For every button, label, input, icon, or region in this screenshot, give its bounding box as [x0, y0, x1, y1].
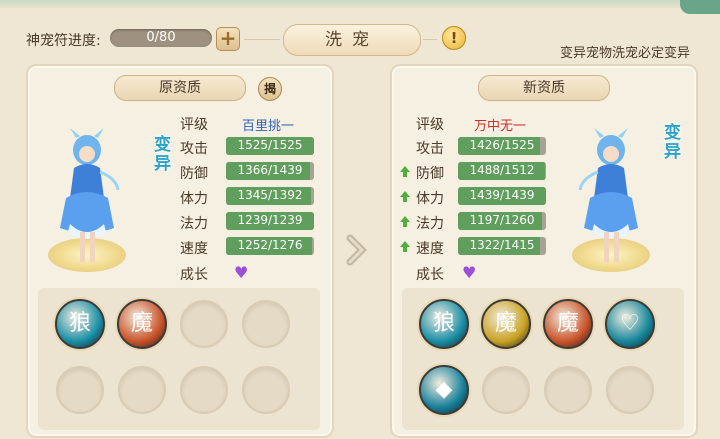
stat-label: 攻击	[180, 141, 208, 157]
stat-bar: 1322/1415	[458, 237, 546, 255]
progress-bar: 0/80	[110, 29, 212, 47]
reveal-button[interactable]: 揭	[258, 77, 282, 101]
stat-label: 攻击	[416, 141, 444, 157]
empty-skill-slot[interactable]	[180, 366, 228, 414]
progress-text: 0/80	[146, 30, 176, 45]
stat-value: 1197/1260	[469, 213, 535, 227]
transform-arrow-icon	[346, 234, 367, 266]
purple-heart-icon: ♥	[234, 263, 249, 282]
stat-value: 1252/1276	[237, 238, 303, 252]
stat-value: 1525/1525	[237, 138, 303, 152]
plus-icon: +	[219, 26, 237, 50]
stat-increase-arrow-icon	[400, 241, 410, 252]
stat-value: 1366/1439	[237, 163, 303, 177]
grade-value: 百里挑一	[242, 119, 295, 134]
stat-label: 速度	[416, 241, 444, 257]
empty-skill-slot[interactable]	[482, 366, 530, 414]
stat-value: 1322/1415	[469, 238, 535, 252]
pet-figure-image	[578, 128, 638, 262]
stat-label: 速度	[180, 241, 208, 257]
stat-value: 1426/1525	[469, 138, 535, 152]
stat-value: 1488/1512	[469, 163, 535, 177]
stat-label: 防御	[180, 166, 208, 182]
empty-skill-slot[interactable]	[56, 366, 104, 414]
stat-label: 防御	[416, 166, 444, 182]
stat-value: 1439/1439	[469, 188, 535, 202]
mutation-tag: 变异	[664, 124, 682, 162]
exclamation-icon: !	[450, 29, 458, 47]
stat-bar: 1252/1276	[226, 237, 314, 255]
skill-icon-crystal[interactable]: ◆	[419, 365, 469, 415]
mutation-tag: 变异	[154, 136, 172, 174]
grade-label: 评级	[180, 117, 208, 133]
empty-skill-slot[interactable]	[606, 366, 654, 414]
growth-label: 成长	[416, 267, 444, 283]
stat-label: 法力	[416, 216, 444, 232]
mutation-tag-text: 变异	[154, 135, 171, 174]
grade-value: 万中无一	[474, 119, 527, 134]
stat-bar: 1197/1260	[458, 212, 546, 230]
mutation-hint: 变异宠物洗宠必定变异	[559, 46, 690, 61]
stat-bar: 1239/1239	[226, 212, 314, 230]
skill-icon-heart[interactable]: ♡	[605, 299, 655, 349]
stat-label: 体力	[180, 191, 208, 207]
stat-bar: 1488/1512	[458, 162, 546, 180]
stat-increase-arrow-icon	[400, 166, 410, 177]
original-aptitude-panel: 原资质 揭 变异 评级 百里挑一 攻击 1525/1525 防御 1366/1439 体…	[26, 64, 334, 438]
info-button[interactable]: !	[442, 26, 466, 50]
skill-grid: 狼魔魔 ♡ ◆	[402, 288, 684, 430]
stat-label: 体力	[416, 191, 444, 207]
skill-grid: 狼魔	[38, 288, 320, 430]
stat-bar: 1525/1525	[226, 137, 314, 155]
purple-heart-icon: ♥	[462, 263, 477, 282]
stat-bar: 1366/1439	[226, 162, 314, 180]
grade-label: 评级	[416, 117, 444, 133]
empty-skill-slot[interactable]	[544, 366, 592, 414]
panel-title: 新资质	[478, 75, 610, 101]
add-progress-button[interactable]: +	[216, 27, 240, 51]
stat-label: 法力	[180, 216, 208, 232]
top-border	[0, 0, 720, 8]
growth-label: 成长	[180, 267, 208, 283]
corner-decoration	[680, 0, 720, 14]
pet-figure-image	[60, 128, 120, 262]
divider-line	[423, 39, 437, 40]
stat-value: 1345/1392	[237, 188, 303, 202]
stat-bar: 1345/1392	[226, 187, 314, 205]
panel-title: 原资质	[114, 75, 246, 101]
divider-line	[244, 39, 280, 40]
empty-skill-slot[interactable]	[118, 366, 166, 414]
stat-bar: 1426/1525	[458, 137, 546, 155]
empty-skill-slot[interactable]	[180, 300, 228, 348]
stat-value: 1239/1239	[237, 213, 303, 227]
empty-skill-slot[interactable]	[242, 366, 290, 414]
stat-increase-arrow-icon	[400, 191, 410, 202]
empty-skill-slot[interactable]	[242, 300, 290, 348]
skill-icon-demon[interactable]: 魔	[543, 299, 593, 349]
skill-icon-wolf[interactable]: 狼	[55, 299, 105, 349]
skill-icon-wolf[interactable]: 狼	[419, 299, 469, 349]
progress-label: 神宠符进度:	[26, 33, 101, 49]
wash-pet-button[interactable]: 洗宠	[283, 24, 421, 56]
skill-icon-golden-demon[interactable]: 魔	[481, 299, 531, 349]
new-aptitude-panel: 新资质 评级 万中无一 攻击 1426/1525 防御 1488/1512 体力 1439…	[390, 64, 698, 438]
stat-bar: 1439/1439	[458, 187, 546, 205]
stat-increase-arrow-icon	[400, 216, 410, 227]
mutation-tag-text: 变异	[664, 123, 681, 162]
skill-icon-demon[interactable]: 魔	[117, 299, 167, 349]
